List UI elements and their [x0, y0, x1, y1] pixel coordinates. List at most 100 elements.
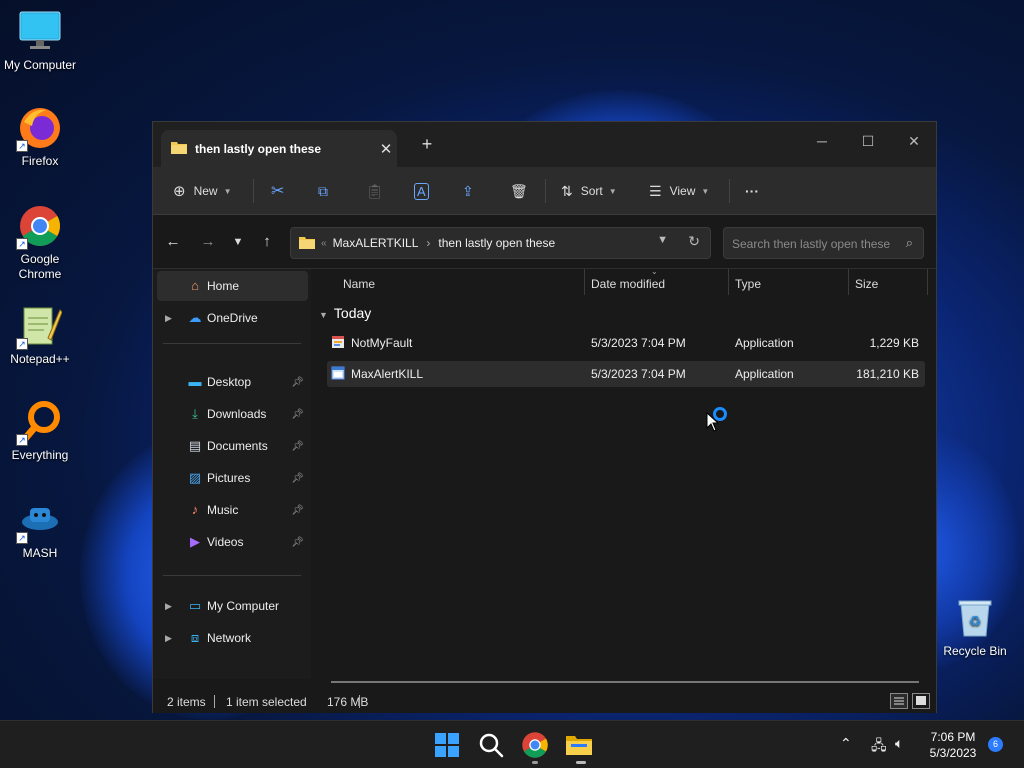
group-header-today[interactable]: ▼ Today: [319, 305, 371, 321]
chevron-right-icon[interactable]: ▶: [165, 601, 172, 612]
delete-button[interactable]: 🗑︎: [510, 177, 528, 205]
search-button[interactable]: [477, 731, 505, 759]
desktop-icon-mash[interactable]: ↗ MASH: [0, 498, 80, 561]
recent-locations-button[interactable]: ▼: [226, 231, 250, 253]
column-divider[interactable]: [927, 269, 928, 295]
new-button[interactable]: ⊕ New ▼: [173, 177, 232, 205]
status-bar: 2 items 1 item selected 176 MB: [153, 689, 936, 713]
file-list: ⌄ Name Date modified Type Size ▼ Today No…: [311, 267, 936, 683]
sidebar-item-home[interactable]: ⌂ Home: [157, 271, 308, 301]
chevron-right-icon[interactable]: ▶: [165, 313, 172, 324]
breadcrumb-item[interactable]: then lastly open these: [438, 236, 555, 250]
shortcut-arrow-icon: ↗: [16, 434, 28, 446]
sidebar-item-pictures[interactable]: ▨ Pictures 📌︎: [157, 463, 308, 493]
file-type: Application: [735, 367, 794, 381]
desktop-icon-google-chrome[interactable]: ↗ Google Chrome: [0, 204, 80, 282]
volume-icon[interactable]: 🔈︎: [895, 735, 903, 752]
column-header-size[interactable]: Size: [855, 269, 878, 299]
folder-icon: [171, 140, 187, 157]
search-icon: ⌕: [905, 235, 913, 250]
table-row[interactable]: NotMyFault 5/3/2023 7:04 PM Application …: [327, 330, 925, 356]
column-header-type[interactable]: Type: [735, 269, 761, 299]
details-view-button[interactable]: [890, 693, 908, 709]
address-dropdown-icon[interactable]: ▼: [657, 234, 668, 246]
copy-button[interactable]: ⧉: [318, 177, 328, 205]
sidebar-item-desktop[interactable]: ▬ Desktop 📌︎: [157, 367, 308, 397]
navigation-bar: ← → ▼ ↑ « MaxALERTKILL › then lastly ope…: [153, 215, 936, 269]
system-clock[interactable]: 7:06 PM 5/3/2023: [922, 729, 984, 761]
arrow-right-icon: →: [200, 233, 216, 250]
chevron-right-icon[interactable]: ▶: [165, 633, 172, 644]
desktop-icon-recycle-bin[interactable]: ♻ Recycle Bin: [935, 596, 1015, 659]
cloud-icon: ☁: [188, 310, 202, 325]
search-box[interactable]: ⌕: [723, 227, 924, 259]
paste-button[interactable]: 📋︎: [366, 177, 384, 205]
up-button[interactable]: ↑: [255, 231, 279, 253]
sidebar-item-documents[interactable]: ▤ Documents 📌︎: [157, 431, 308, 461]
plus-circle-icon: ⊕: [173, 183, 186, 200]
sidebar-item-onedrive[interactable]: ▶ ☁ OneDrive: [157, 303, 308, 333]
desktop-icon: ▬: [188, 374, 202, 389]
sidebar-item-my-computer[interactable]: ▶ ▭ My Computer: [157, 591, 308, 621]
column-header-name[interactable]: Name: [343, 269, 375, 299]
sidebar-item-downloads[interactable]: ⤓ Downloads 📌︎: [157, 399, 308, 429]
rename-button[interactable]: A: [414, 177, 429, 205]
pin-icon: 📌︎: [291, 536, 304, 548]
breadcrumb-chevron-icon: ›: [426, 236, 431, 250]
refresh-icon[interactable]: ↻: [688, 233, 700, 250]
file-explorer-taskbar-icon[interactable]: [565, 731, 593, 759]
pin-icon: 📌︎: [291, 504, 304, 516]
chevron-up-icon: ⌃: [840, 735, 852, 751]
table-row[interactable]: MaxAlertKILL 5/3/2023 7:04 PM Applicatio…: [327, 361, 925, 387]
desktop-icon-my-computer[interactable]: My Computer: [0, 10, 80, 73]
shortcut-arrow-icon: ↗: [16, 140, 28, 152]
magnifier-icon: ↗: [16, 400, 62, 446]
tab-current-folder[interactable]: then lastly open these ✕: [161, 130, 397, 167]
sidebar-item-videos[interactable]: ▶ Videos 📌︎: [157, 527, 308, 557]
horizontal-scrollbar[interactable]: [331, 681, 919, 683]
chrome-taskbar-icon[interactable]: [521, 731, 549, 759]
minimize-button[interactable]: ─: [799, 127, 845, 155]
toolbar-divider: [545, 179, 546, 203]
maximize-button[interactable]: ☐: [845, 127, 891, 155]
close-window-button[interactable]: ✕: [891, 127, 937, 155]
show-hidden-icons-button[interactable]: ⌃: [840, 735, 852, 752]
chevron-down-icon: ▼: [701, 186, 710, 196]
desktop-icon-everything[interactable]: ↗ Everything: [0, 400, 80, 463]
sidebar-item-music[interactable]: ♪ Music 📌︎: [157, 495, 308, 525]
forward-button[interactable]: →: [196, 231, 220, 253]
desktop-icon-notepad-plus-plus[interactable]: ↗ Notepad++: [0, 304, 80, 367]
overflow-chevron-icon[interactable]: «: [321, 238, 327, 249]
back-button[interactable]: ←: [161, 231, 185, 253]
column-header-date-modified[interactable]: Date modified: [591, 269, 665, 299]
scissors-icon: ✂: [271, 183, 285, 200]
column-divider[interactable]: [584, 269, 585, 295]
more-options-button[interactable]: ···: [745, 177, 759, 205]
network-status-icon[interactable]: 🖧︎: [871, 735, 887, 759]
close-tab-icon[interactable]: ✕: [375, 140, 397, 158]
svg-text:♻: ♻: [969, 613, 982, 629]
breadcrumb-item[interactable]: MaxALERTKILL: [333, 236, 419, 250]
file-name: MaxAlertKILL: [351, 367, 424, 381]
sidebar-item-network[interactable]: ▶ ⧈ Network: [157, 623, 308, 653]
large-icons-view-button[interactable]: [912, 693, 930, 709]
file-name: NotMyFault: [351, 336, 413, 350]
address-bar[interactable]: « MaxALERTKILL › then lastly open these …: [290, 227, 711, 259]
sort-button[interactable]: ⇅ Sort ▼: [561, 177, 617, 205]
view-button[interactable]: ☰ View ▼: [649, 177, 709, 205]
navigation-pane: ⌂ Home ▶ ☁ OneDrive ▬ Desktop 📌︎ ⤓ Downl…: [153, 269, 311, 679]
cut-button[interactable]: ✂: [271, 177, 284, 205]
start-button[interactable]: [433, 731, 461, 759]
shortcut-arrow-icon: ↗: [16, 532, 28, 544]
new-tab-button[interactable]: +: [415, 134, 439, 155]
network-icon: ⧈: [190, 630, 200, 645]
notification-badge[interactable]: 6: [988, 737, 1003, 752]
search-input[interactable]: [732, 235, 892, 253]
desktop-icon-firefox[interactable]: ↗ Firefox: [0, 106, 80, 169]
share-button[interactable]: ⇪: [462, 177, 474, 205]
picture-icon: ▨: [188, 470, 202, 485]
running-indicator: [532, 761, 538, 764]
pin-icon: 📌︎: [291, 472, 304, 484]
column-divider[interactable]: [848, 269, 849, 295]
column-divider[interactable]: [728, 269, 729, 295]
